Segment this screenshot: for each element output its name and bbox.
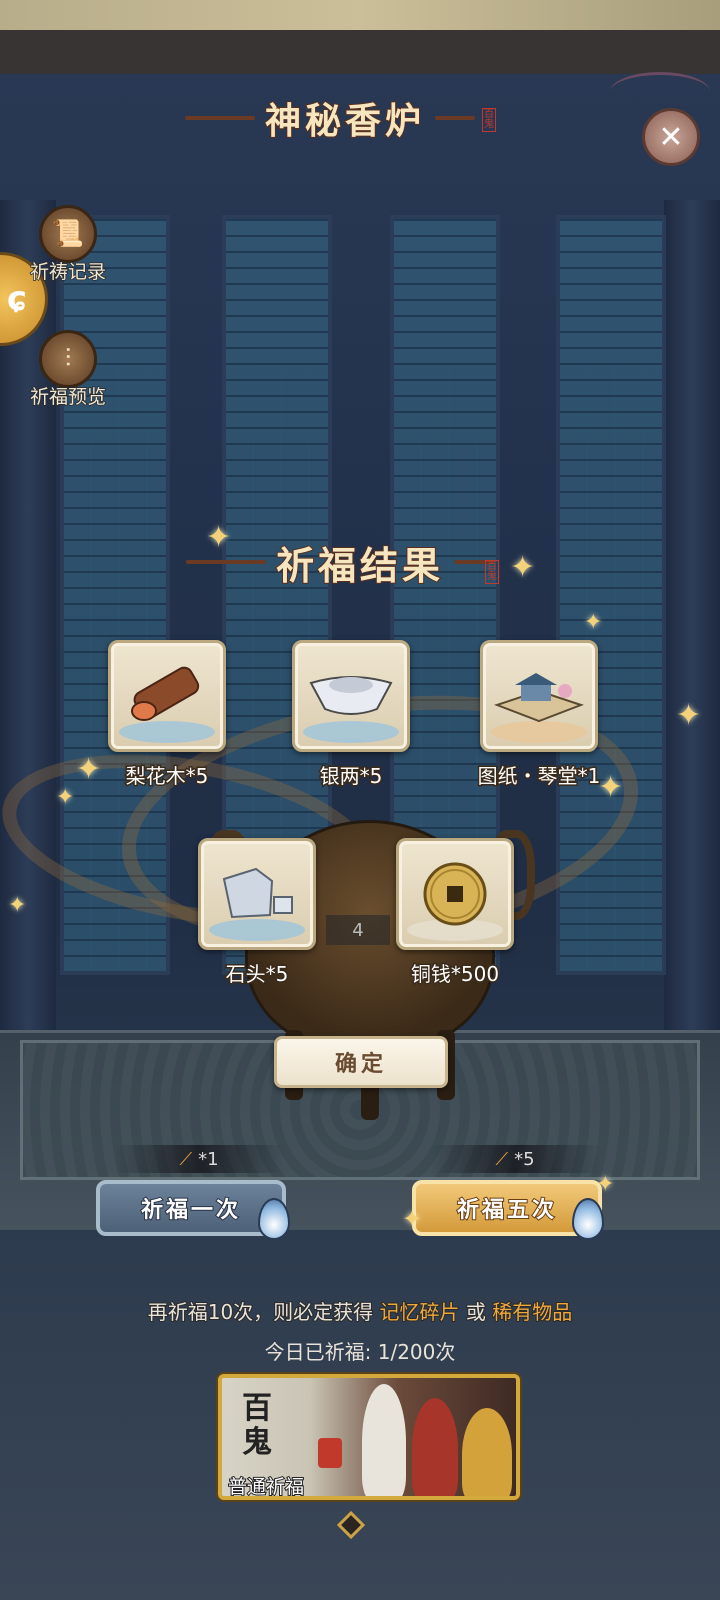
confirm-button[interactable]: 确定	[274, 1036, 448, 1088]
pray-one-cost-value: *1	[198, 1148, 219, 1170]
reward-name: 图纸・琴堂*1	[476, 763, 602, 790]
pool-label: 普通祈福	[227, 1475, 305, 1498]
result-stamp: 百鬼	[485, 560, 499, 584]
lantern-icon	[318, 1438, 342, 1468]
copper-coin-icon	[399, 841, 511, 947]
scroll-icon: 📜	[39, 205, 97, 263]
reward-item[interactable]: 图纸・琴堂*1	[454, 640, 624, 790]
character-figure	[462, 1408, 512, 1496]
spirit-flame-icon	[572, 1198, 604, 1240]
banner-line	[185, 560, 266, 564]
today-value: 1/200次	[377, 1340, 456, 1364]
page-indicator	[336, 1510, 366, 1540]
pool-character: 百鬼	[242, 1391, 272, 1460]
sparkle-icon: ✦	[584, 610, 603, 635]
spirit-flame-icon	[258, 1198, 290, 1240]
sparkle-icon: ✦	[8, 893, 27, 918]
reward-name: 梨花木*5	[124, 763, 210, 790]
wood-log-icon	[111, 643, 223, 749]
hint-item-rare: 稀有物品	[491, 1299, 573, 1325]
reward-item[interactable]: 梨花木*5	[82, 640, 252, 790]
character-figure	[412, 1398, 458, 1496]
title-stamp: 百鬼	[482, 108, 496, 132]
hint-item-memory: 记忆碎片	[379, 1299, 461, 1325]
incense-icon: ⫶	[39, 330, 97, 388]
character-figure	[362, 1384, 406, 1496]
pray-one-cost: ⟋ *1	[114, 1145, 284, 1173]
game-scene: 神秘香炉 百鬼 ✕ ɕ 📜 祈祷记录 ⫶ 祈福预览 祈福结果 百鬼 ✦ ✦ ✦ …	[0, 0, 720, 1600]
sparkle-icon: ✦	[596, 1172, 615, 1197]
incense-stick-icon: ⟋	[179, 1148, 193, 1170]
hint-or: 或	[465, 1299, 487, 1325]
silver-ingot-icon	[295, 643, 407, 749]
hint-prefix: 再祈福10次，则必定获得	[147, 1299, 374, 1325]
lantern-string	[610, 72, 710, 112]
today-pray-count: 今日已祈福: 1/200次	[0, 1336, 720, 1365]
top-scene-strip	[0, 0, 720, 30]
reward-card	[396, 838, 514, 950]
reward-name: 铜钱*500	[409, 961, 500, 988]
prayer-preview-button[interactable]: ⫶ 祈福预览	[29, 330, 107, 409]
banner-line	[435, 116, 475, 120]
prayer-preview-label: 祈福预览	[29, 385, 107, 409]
sparkle-icon: ✦	[206, 520, 232, 555]
sparkle-icon: ✦	[402, 1205, 423, 1233]
blueprint-building-icon	[483, 643, 595, 749]
guarantee-hint: 再祈福10次，则必定获得 记忆碎片 或 稀有物品	[0, 1296, 720, 1325]
close-button[interactable]: ✕	[642, 108, 700, 166]
pray-five-cost-value: *5	[514, 1148, 535, 1170]
reward-item[interactable]: 银两*5	[266, 640, 436, 790]
sparkle-icon: ✦	[676, 698, 702, 733]
pray-once-button[interactable]: 祈福一次	[96, 1180, 286, 1236]
reward-card	[292, 640, 410, 752]
reward-item[interactable]: 铜钱*500	[370, 838, 540, 988]
pray-once-label: 祈福一次	[140, 1196, 241, 1224]
incense-stick-icon: ⟋	[495, 1148, 509, 1170]
reward-name: 银两*5	[318, 763, 384, 790]
page-title: 神秘香炉	[264, 99, 425, 143]
sparkle-icon: ✦	[510, 550, 536, 585]
header-banner: 神秘香炉	[130, 88, 530, 148]
reward-item[interactable]: 石头*5	[172, 838, 342, 988]
reward-card	[198, 838, 316, 950]
prayer-records-button[interactable]: 📜 祈祷记录	[29, 205, 107, 284]
right-pillar	[664, 200, 720, 1100]
reward-card	[108, 640, 226, 752]
pray-five-cost: ⟋ *5	[430, 1145, 600, 1173]
reward-name: 石头*5	[224, 961, 290, 988]
banner-line	[184, 116, 255, 120]
pray-five-label: 祈福五次	[456, 1196, 557, 1224]
stone-block-icon	[201, 841, 313, 947]
today-label: 今日已祈福:	[264, 1340, 372, 1364]
reward-card	[480, 640, 598, 752]
sparkle-icon: ✦	[56, 785, 75, 810]
result-title: 祈福结果	[275, 542, 444, 589]
top-shadow-strip	[0, 30, 720, 74]
swirl-icon: ɕ	[6, 279, 28, 319]
prayer-pool-card[interactable]: 百鬼 普通祈福	[218, 1374, 520, 1500]
prayer-records-label: 祈祷记录	[29, 260, 107, 284]
close-icon: ✕	[658, 119, 684, 155]
